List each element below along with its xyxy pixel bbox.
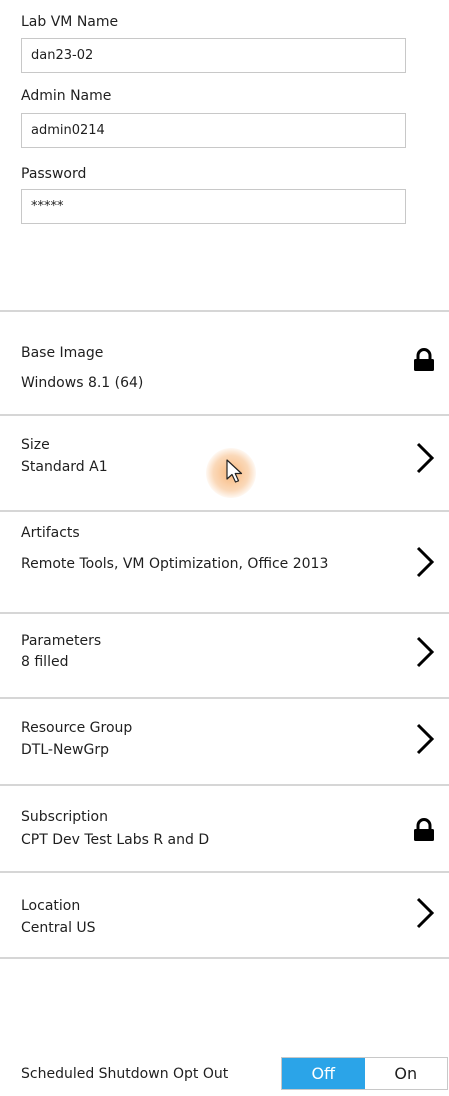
admin-name-label: Admin Name bbox=[21, 88, 112, 104]
artifacts-label: Artifacts bbox=[21, 525, 80, 541]
resource-group-label: Resource Group bbox=[21, 720, 133, 736]
parameters-value: 8 filled bbox=[21, 654, 69, 670]
subscription-label: Subscription bbox=[21, 809, 108, 825]
parameters-row[interactable]: Parameters 8 filled bbox=[0, 614, 449, 697]
chevron-right-icon[interactable] bbox=[415, 546, 435, 578]
base-image-row: Base Image Windows 8.1 (64) bbox=[0, 312, 449, 414]
password-input[interactable] bbox=[21, 189, 406, 224]
mouse-cursor-icon bbox=[226, 459, 244, 489]
artifacts-value: Remote Tools, VM Optimization, Office 20… bbox=[21, 556, 329, 572]
artifacts-row[interactable]: Artifacts Remote Tools, VM Optimization,… bbox=[0, 512, 449, 612]
toggle-on-option[interactable]: On bbox=[365, 1058, 448, 1089]
shutdown-toggle[interactable]: Off On bbox=[281, 1057, 448, 1090]
location-row[interactable]: Location Central US bbox=[0, 873, 449, 957]
divider bbox=[0, 957, 449, 959]
admin-name-input[interactable] bbox=[21, 113, 406, 148]
lab-vm-name-input[interactable] bbox=[21, 38, 406, 73]
chevron-right-icon[interactable] bbox=[415, 636, 435, 668]
toggle-off-option[interactable]: Off bbox=[282, 1058, 365, 1089]
location-value: Central US bbox=[21, 920, 96, 936]
scheduled-shutdown-label: Scheduled Shutdown Opt Out bbox=[21, 1066, 229, 1082]
size-label: Size bbox=[21, 437, 50, 453]
password-label: Password bbox=[21, 166, 87, 182]
base-image-label: Base Image bbox=[21, 345, 104, 361]
chevron-right-icon[interactable] bbox=[415, 723, 435, 755]
location-label: Location bbox=[21, 898, 81, 914]
subscription-row: Subscription CPT Dev Test Labs R and D bbox=[0, 786, 449, 871]
lock-icon bbox=[413, 818, 435, 842]
chevron-right-icon[interactable] bbox=[415, 442, 435, 474]
lock-icon bbox=[413, 348, 435, 372]
base-image-value: Windows 8.1 (64) bbox=[21, 375, 144, 391]
resource-group-row[interactable]: Resource Group DTL-NewGrp bbox=[0, 699, 449, 784]
chevron-right-icon[interactable] bbox=[415, 897, 435, 929]
subscription-value: CPT Dev Test Labs R and D bbox=[21, 832, 210, 848]
lab-vm-name-label: Lab VM Name bbox=[21, 14, 119, 30]
size-value: Standard A1 bbox=[21, 459, 108, 475]
resource-group-value: DTL-NewGrp bbox=[21, 742, 109, 758]
parameters-label: Parameters bbox=[21, 633, 102, 649]
